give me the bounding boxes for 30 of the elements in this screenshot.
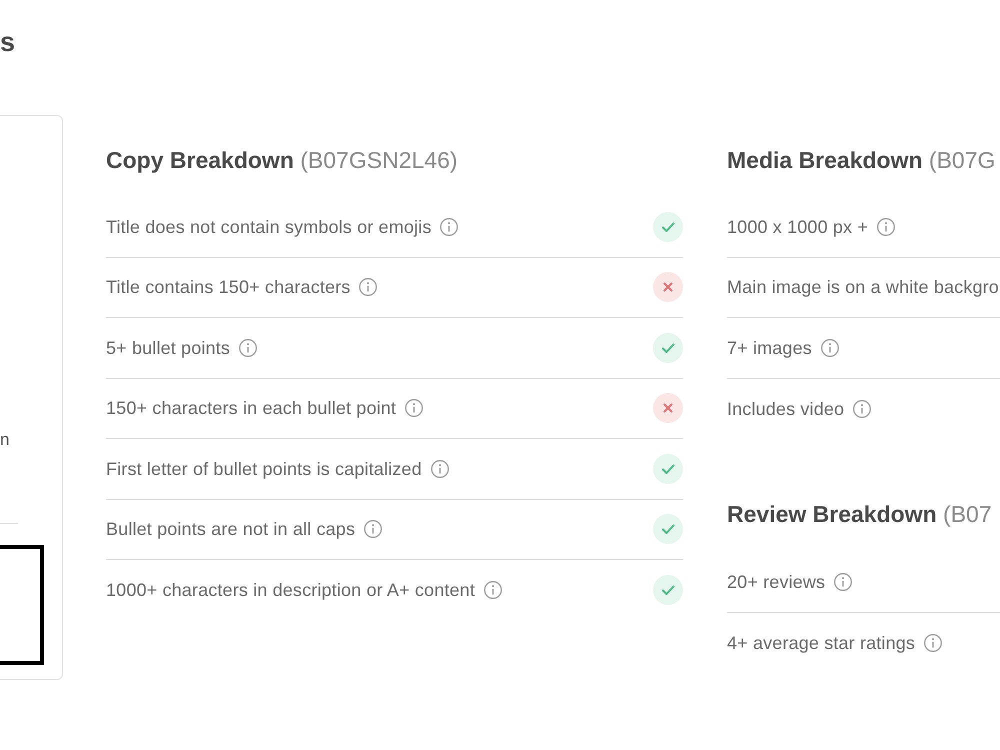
- criterion-label: Bullet points are not in all caps: [106, 518, 356, 540]
- info-icon[interactable]: [364, 520, 382, 538]
- section-title: Copy Breakdown (B07GSN2L46): [106, 146, 458, 174]
- info-icon[interactable]: [239, 338, 257, 357]
- page-heading: s: [0, 26, 16, 56]
- criterion-label: 1000+ characters in description or A+ content: [106, 579, 475, 602]
- info-icon[interactable]: [834, 572, 852, 591]
- card-text: n: [0, 430, 10, 450]
- criterion-label: First letter of bullet points is capitalized: [106, 458, 422, 480]
- criterion-label: Main image is on a white backgro: [727, 276, 999, 298]
- criterion-label: 4+ average star ratings: [727, 632, 916, 654]
- section-title: Review Breakdown (B07: [727, 500, 992, 528]
- criterion-label: Title contains 150+ characters: [106, 276, 350, 298]
- info-icon[interactable]: [924, 634, 942, 652]
- info-icon[interactable]: [853, 400, 872, 418]
- section-title: Media Breakdown (B07G: [727, 146, 996, 174]
- criterion-label: 5+ bullet points: [106, 336, 230, 359]
- criterion-label: 150+ characters in each bullet point: [106, 397, 396, 420]
- info-icon[interactable]: [430, 460, 449, 478]
- info-icon[interactable]: [359, 278, 378, 296]
- info-icon[interactable]: [820, 338, 839, 357]
- criterion-label: Includes video: [727, 398, 844, 420]
- criterion-label: 1000 x 1000 px +: [727, 216, 868, 238]
- criterion-label: Title does not contain symbols or emojis: [106, 216, 432, 238]
- criterion-label: 20+ reviews: [727, 570, 826, 593]
- info-icon[interactable]: [405, 399, 424, 418]
- info-icon[interactable]: [440, 218, 458, 236]
- criterion-label: 7+ images: [727, 336, 812, 359]
- info-icon[interactable]: [877, 218, 896, 236]
- info-icon[interactable]: [484, 581, 502, 600]
